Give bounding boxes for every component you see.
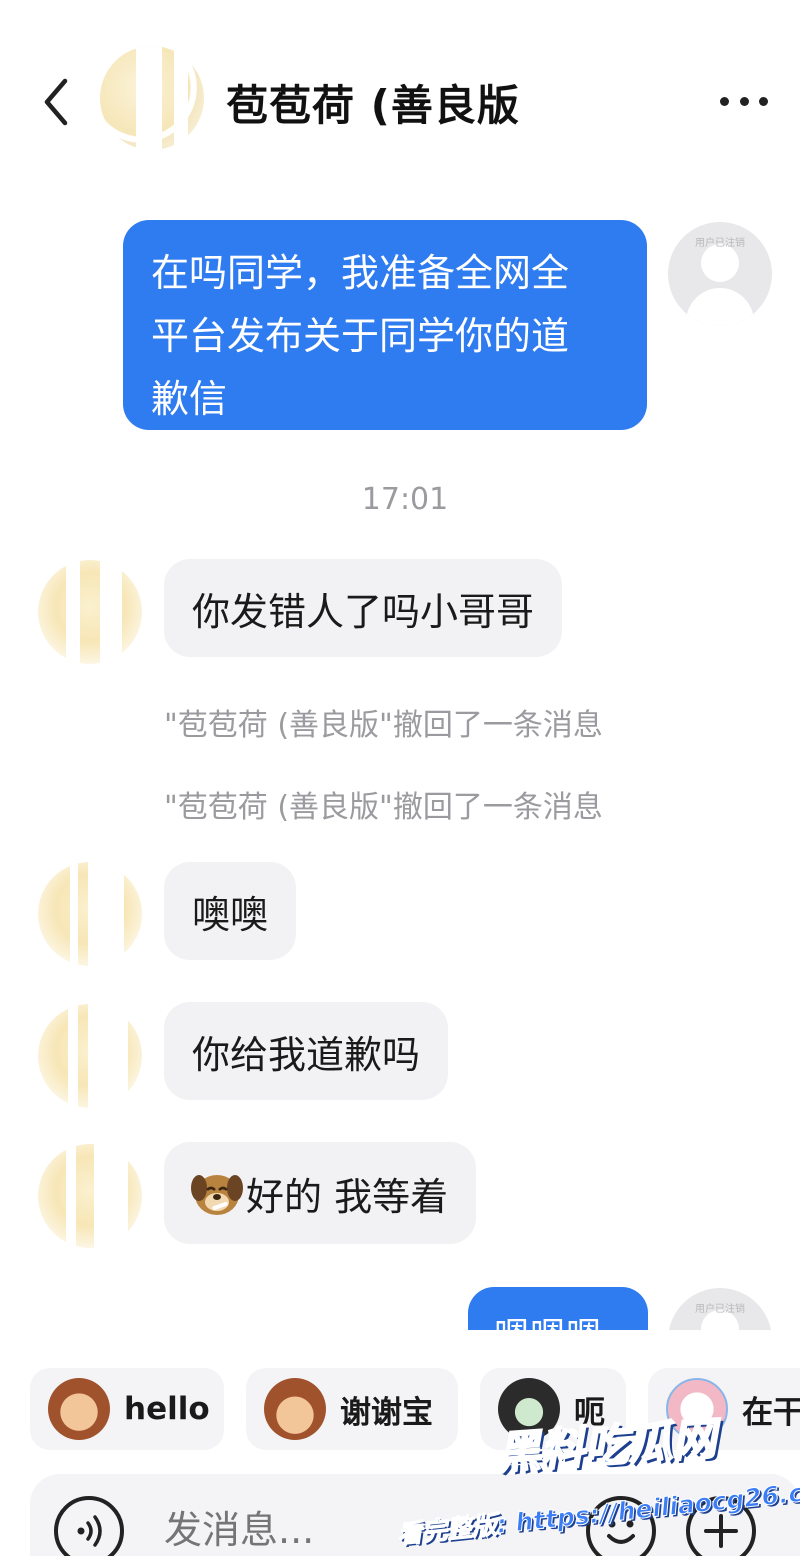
recall-notice: "苞苞荷 (善良版"撤回了一条消息 bbox=[164, 708, 603, 743]
contact-avatar-small[interactable] bbox=[38, 862, 142, 966]
back-button[interactable] bbox=[36, 74, 76, 130]
incoming-message-bubble[interactable]: 噢噢 bbox=[164, 862, 297, 960]
incoming-message-bubble[interactable]: 好的 我等着 bbox=[164, 1142, 477, 1244]
voice-icon bbox=[77, 1515, 102, 1547]
message-text-line: 在吗同学，我准备全网全 bbox=[151, 251, 570, 295]
avatar-body bbox=[686, 288, 754, 326]
avatar-deleted-tag: 用户已注销 bbox=[695, 238, 745, 249]
contact-avatar-small[interactable] bbox=[38, 560, 142, 664]
my-avatar[interactable]: 用户已注销 bbox=[668, 222, 772, 326]
voice-button[interactable] bbox=[54, 1496, 124, 1556]
contact-avatar-small[interactable] bbox=[38, 1144, 142, 1248]
more-dot bbox=[739, 96, 749, 106]
incoming-message-bubble[interactable]: 你给我道歉吗 bbox=[164, 1002, 449, 1100]
monkey-wave-emoji-icon bbox=[48, 1378, 110, 1440]
message-text-line: 平台发布关于同学你的道 bbox=[151, 314, 570, 358]
chat-title[interactable]: 苞苞荷 (善良版 bbox=[226, 72, 520, 133]
avatar-deleted-tag: 用户已注销 bbox=[695, 1304, 745, 1315]
monkey-rose-emoji-icon bbox=[264, 1378, 326, 1440]
quick-reply-label: 谢谢宝 bbox=[340, 1394, 433, 1431]
message-text: 噢噢 bbox=[192, 892, 269, 937]
contact-avatar-small[interactable] bbox=[38, 1004, 142, 1108]
message-text-line: 歉信 bbox=[151, 377, 228, 421]
avatar-head bbox=[701, 244, 739, 282]
recall-notice: "苞苞荷 (善良版"撤回了一条消息 bbox=[164, 790, 603, 825]
more-options-button[interactable] bbox=[716, 84, 772, 118]
outgoing-message-bubble[interactable]: 在吗同学，我准备全网全 平台发布关于同学你的道 歉信 bbox=[123, 220, 647, 430]
chevron-left-icon bbox=[44, 78, 68, 126]
contact-avatar[interactable] bbox=[100, 46, 204, 150]
more-dot bbox=[759, 96, 768, 106]
quick-reply-hello[interactable]: hello bbox=[30, 1368, 224, 1450]
quick-reply-label: 在干 bbox=[742, 1394, 800, 1431]
message-timestamp: 17:01 bbox=[361, 482, 449, 517]
message-text: 你发错人了吗小哥哥 bbox=[192, 589, 535, 634]
message-text: 好的 我等着 bbox=[246, 1174, 449, 1219]
quick-reply-thanks[interactable]: 谢谢宝 bbox=[246, 1368, 458, 1450]
message-text: 你给我道歉吗 bbox=[192, 1032, 421, 1077]
quick-reply-label: hello bbox=[124, 1391, 210, 1427]
incoming-message-bubble[interactable]: 你发错人了吗小哥哥 bbox=[164, 559, 563, 657]
chat-header: 苞苞荷 (善良版 bbox=[0, 0, 800, 190]
puppy-emoji-icon bbox=[191, 1175, 243, 1215]
more-dot bbox=[720, 96, 729, 106]
